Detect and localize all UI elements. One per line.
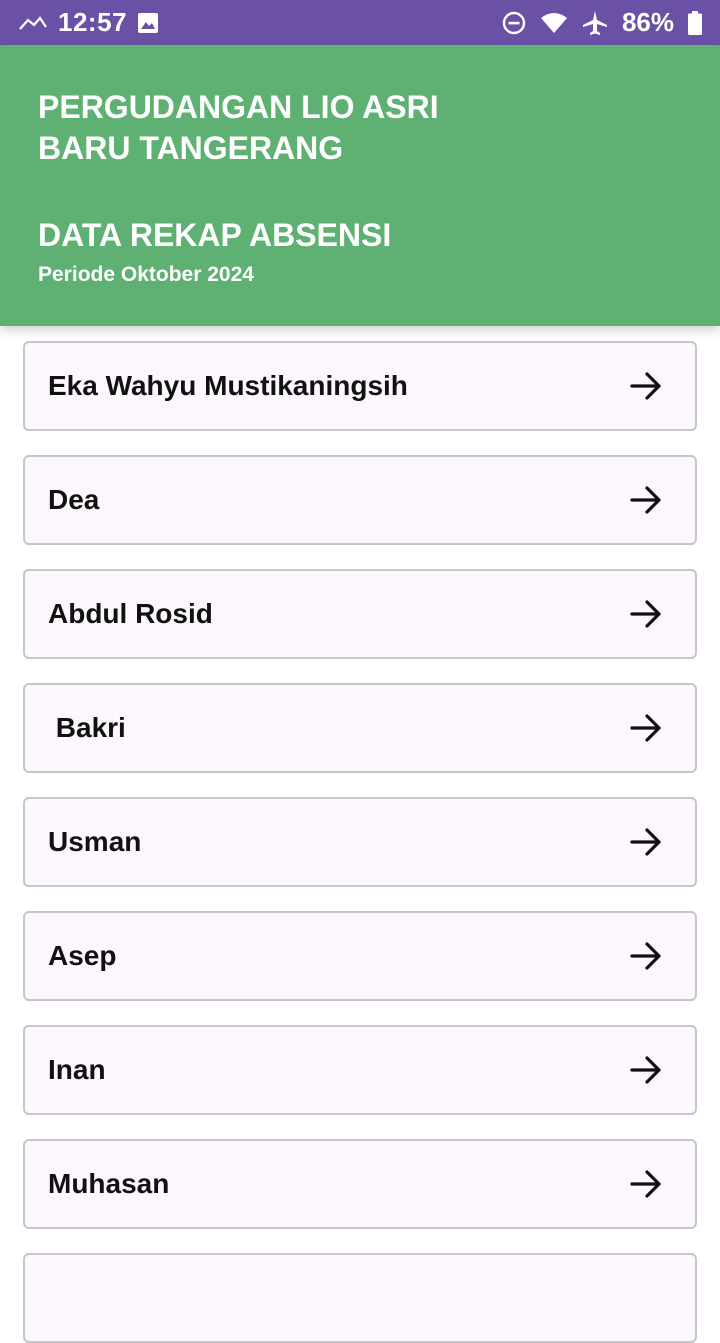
- employee-card[interactable]: Inan: [23, 1025, 697, 1115]
- arrow-right-icon: [630, 1056, 661, 1084]
- arrow-right-icon: [630, 714, 661, 742]
- status-bar: 12:57 86%: [0, 0, 720, 45]
- employee-card[interactable]: Muhasan: [23, 1139, 697, 1229]
- employee-name: Abdul Rosid: [48, 598, 213, 629]
- employee-name: Asep: [48, 940, 117, 971]
- employee-name: Bakri: [48, 712, 126, 743]
- arrow-right-icon: [630, 372, 661, 400]
- app-header: PERGUDANGAN LIO ASRI BARU TANGERANG DATA…: [0, 45, 720, 326]
- page-title: DATA REKAP ABSENSI: [38, 217, 392, 253]
- employee-name: Eka Wahyu Mustikaningsih: [48, 370, 408, 401]
- employee-name: Inan: [48, 1054, 106, 1085]
- arrow-right-icon: [630, 942, 661, 970]
- clock: 12:57: [58, 7, 127, 37]
- employee-name: Usman: [48, 826, 142, 857]
- battery-icon: [688, 10, 702, 35]
- company-name: PERGUDANGAN LIO ASRI BARU TANGERANG: [38, 89, 439, 166]
- arrow-right-icon: [630, 486, 661, 514]
- image-icon: [137, 12, 159, 34]
- arrow-right-icon: [630, 600, 661, 628]
- employee-card[interactable]: Usman: [23, 797, 697, 887]
- period-label: Periode Oktober 2024: [38, 263, 254, 286]
- employee-card[interactable]: Eka Wahyu Mustikaningsih: [23, 341, 697, 431]
- signal-icon: [18, 13, 48, 33]
- employee-card[interactable]: Dea: [23, 455, 697, 545]
- battery-percentage: 86%: [621, 7, 674, 37]
- arrow-right-icon: [630, 1170, 661, 1198]
- employee-card[interactable]: Asep: [23, 911, 697, 1001]
- employee-name: Muhasan: [48, 1168, 170, 1199]
- employee-card[interactable]: Abdul Rosid: [23, 569, 697, 659]
- wifi-icon: [540, 12, 568, 34]
- do-not-disturb-icon: [502, 11, 526, 35]
- employee-list: Eka Wahyu Mustikaningsih Dea Abdul Rosid…: [23, 341, 697, 1343]
- employee-card[interactable]: [23, 1253, 697, 1343]
- employee-card[interactable]: Bakri: [23, 683, 697, 773]
- arrow-right-icon: [630, 828, 661, 856]
- employee-name: Dea: [48, 484, 100, 515]
- airplane-icon: [582, 10, 608, 36]
